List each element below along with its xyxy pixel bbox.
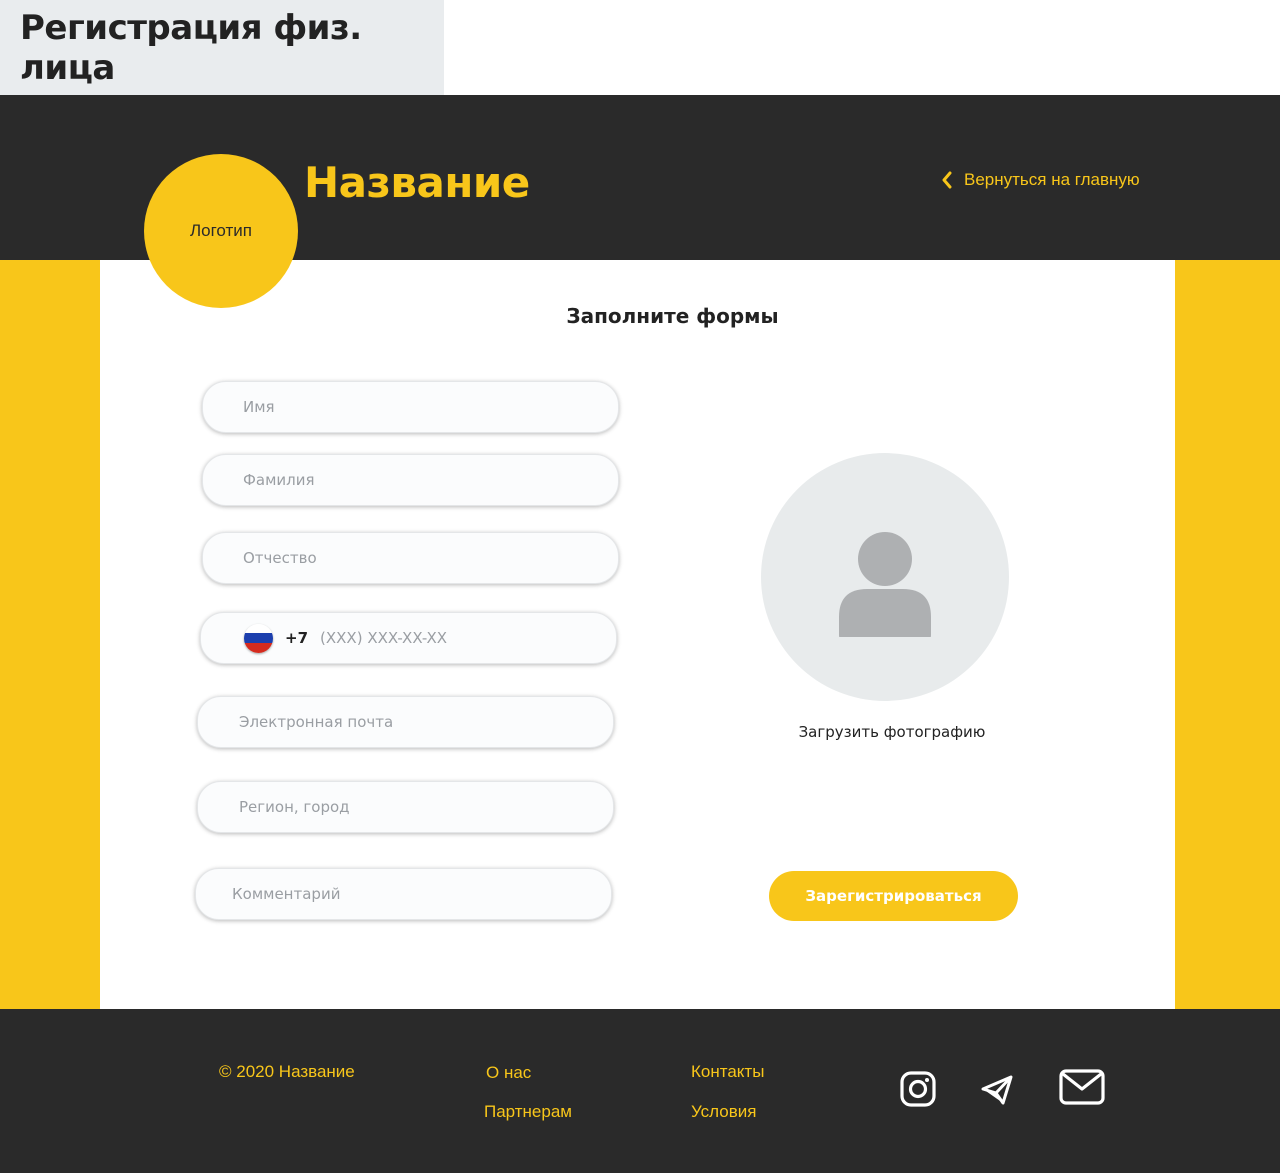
right-accent-band [1175,260,1280,1009]
region-input[interactable] [239,798,613,816]
first-name-field [202,381,619,433]
upload-photo-link[interactable]: Загрузить фотографию [760,723,1024,741]
patronymic-input[interactable] [243,549,618,567]
email-field [197,696,614,748]
instagram-icon[interactable] [898,1069,938,1109]
region-field [197,781,614,833]
mail-icon[interactable] [1058,1068,1106,1106]
comment-input[interactable] [232,885,611,903]
last-name-field [202,454,619,506]
email-input[interactable] [239,713,613,731]
phone-input[interactable] [320,629,616,647]
left-accent-band [0,260,100,1009]
first-name-input[interactable] [243,398,618,416]
register-button[interactable]: Зарегистрироваться [769,871,1018,921]
last-name-input[interactable] [243,471,618,489]
user-silhouette-icon [839,532,931,637]
page-caption-text: Регистрация физ. лица [20,7,362,88]
photo-upload-avatar[interactable] [761,453,1009,701]
back-link-label: Вернуться на главную [964,170,1140,189]
phone-field: +7 [200,612,617,664]
chevron-left-icon [942,171,952,189]
back-to-home-link[interactable]: Вернуться на главную [940,170,1140,190]
form-title: Заполните формы [566,304,779,328]
comment-field [195,868,612,920]
russia-flag-icon[interactable] [244,623,273,653]
telegram-icon[interactable] [978,1070,1016,1108]
brand-name: Название [304,158,530,207]
footer-link-terms[interactable]: Условия [691,1102,756,1122]
footer-link-about[interactable]: О нас [486,1063,531,1083]
footer-link-partners[interactable]: Партнерам [484,1102,572,1122]
logo-label: Логотип [189,221,252,240]
logo[interactable]: Логотип [144,154,298,308]
footer-link-contacts[interactable]: Контакты [691,1062,764,1082]
patronymic-field [202,532,619,584]
footer-copyright: © 2020 Название [219,1062,355,1081]
page-caption: Регистрация физ. лица [0,0,444,95]
phone-country-code: +7 [285,629,309,647]
